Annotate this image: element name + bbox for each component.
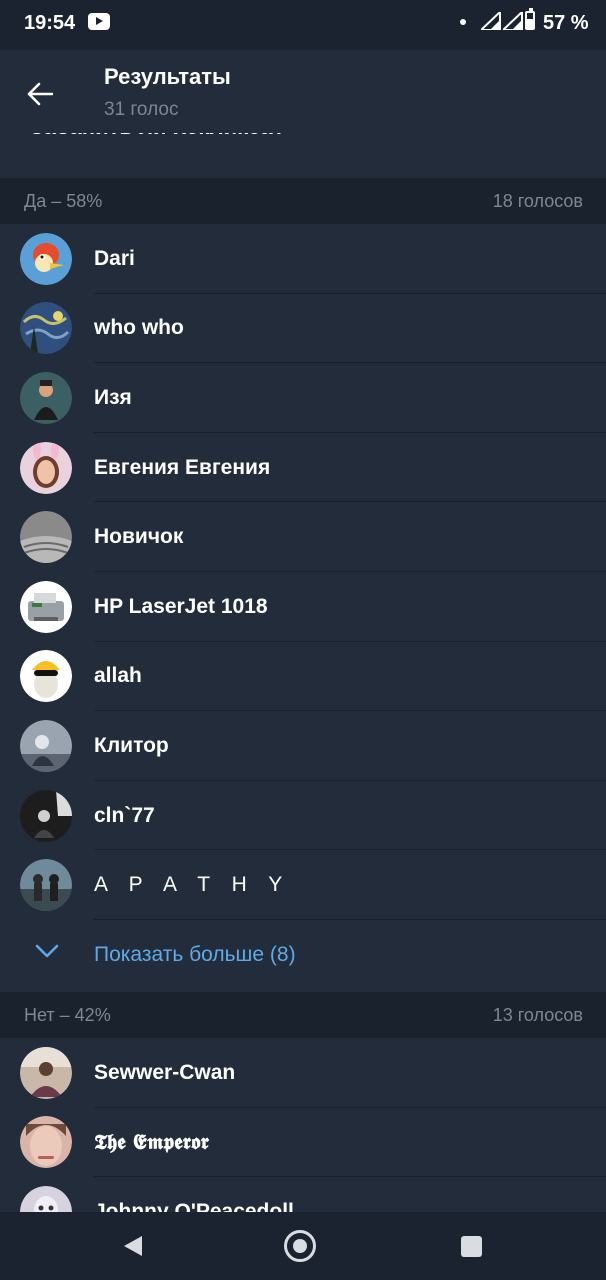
avatar	[20, 302, 72, 355]
vote-count: 31 голос	[104, 99, 179, 120]
voter-row[interactable]: allah	[0, 642, 606, 712]
avatar	[20, 232, 72, 285]
status-bar: 19:54 57 %	[0, 0, 606, 50]
avatar	[20, 371, 72, 424]
voters-list-yes: Dari who who Изя Евгения Евгения Новичок…	[0, 224, 606, 990]
back-button[interactable]	[14, 68, 66, 120]
option-votes: 13 голосов	[492, 1004, 583, 1025]
voter-row[interactable]: 𝕿𝖍𝖊 𝕰𝖒𝖕𝖊𝖗𝖔𝖗	[0, 1108, 606, 1178]
avatar	[20, 580, 72, 633]
show-more-button[interactable]: Показать больше (8)	[0, 920, 606, 990]
voter-row[interactable]: HP LaserJet 1018	[0, 572, 606, 642]
youtube-icon	[88, 13, 110, 30]
battery-icon	[525, 8, 535, 30]
option-votes: 18 голосов	[492, 190, 583, 211]
nav-home-icon[interactable]	[284, 1230, 316, 1262]
avatar	[20, 789, 72, 842]
option-label: Нет – 42%	[24, 1004, 111, 1025]
nav-back-icon[interactable]	[122, 1234, 144, 1258]
avatar	[20, 441, 72, 494]
nav-recents-icon[interactable]	[461, 1236, 482, 1257]
voter-name: Dari	[94, 246, 135, 270]
avatar	[20, 1116, 72, 1169]
avatar	[20, 511, 72, 564]
voter-row[interactable]: Евгения Евгения	[0, 433, 606, 503]
voter-row[interactable]: cln`77	[0, 781, 606, 851]
page-title: Результаты	[104, 64, 231, 89]
option-label: Да – 58%	[24, 190, 103, 211]
voter-name: Новичок	[94, 525, 184, 549]
voter-row[interactable]: Новичок	[0, 502, 606, 572]
dot-icon	[460, 19, 466, 25]
show-more-label: Показать больше (8)	[94, 942, 296, 966]
voter-name: Изя	[94, 385, 132, 409]
voter-name: Sewwer-Cwan	[94, 1060, 236, 1084]
avatar	[20, 650, 72, 703]
arrow-left-icon	[27, 82, 53, 106]
voter-row[interactable]: Клитор	[0, 711, 606, 781]
voter-name: who who	[94, 316, 184, 340]
voter-row[interactable]: Sewwer-Cwan	[0, 1038, 606, 1108]
voter-name: 𝕿𝖍𝖊 𝕰𝖒𝖕𝖊𝖗𝖔𝖗	[94, 1129, 209, 1155]
voter-name: A P A T H Y	[94, 873, 291, 897]
poll-results-screen: 19:54 57 % Забанить ли Кекликса? Результ…	[0, 0, 606, 1280]
voter-name: HP LaserJet 1018	[94, 594, 268, 618]
avatar	[20, 1046, 72, 1099]
signal-icon	[481, 12, 501, 30]
voter-name: Евгения Евгения	[94, 455, 271, 479]
avatar	[20, 859, 72, 912]
voter-row[interactable]: Изя	[0, 363, 606, 433]
voter-name: allah	[94, 664, 142, 688]
status-time: 19:54	[24, 12, 76, 34]
voter-row[interactable]: who who	[0, 294, 606, 364]
voter-row[interactable]: A P A T H Y	[0, 850, 606, 920]
signal-icon	[503, 12, 523, 30]
option-header-yes: Да – 58% 18 голосов	[0, 178, 606, 224]
voter-name: cln`77	[94, 803, 155, 827]
battery-percent: 57 %	[543, 12, 589, 34]
option-header-no: Нет – 42% 13 голосов	[0, 992, 606, 1038]
system-nav-bar	[0, 1212, 606, 1280]
avatar	[20, 719, 72, 772]
app-header: Забанить ли Кекликса? Результаты 31 голо…	[0, 50, 606, 178]
voter-row[interactable]: Dari	[0, 224, 606, 294]
voter-name: Клитор	[94, 733, 169, 757]
chevron-down-icon	[35, 944, 59, 958]
